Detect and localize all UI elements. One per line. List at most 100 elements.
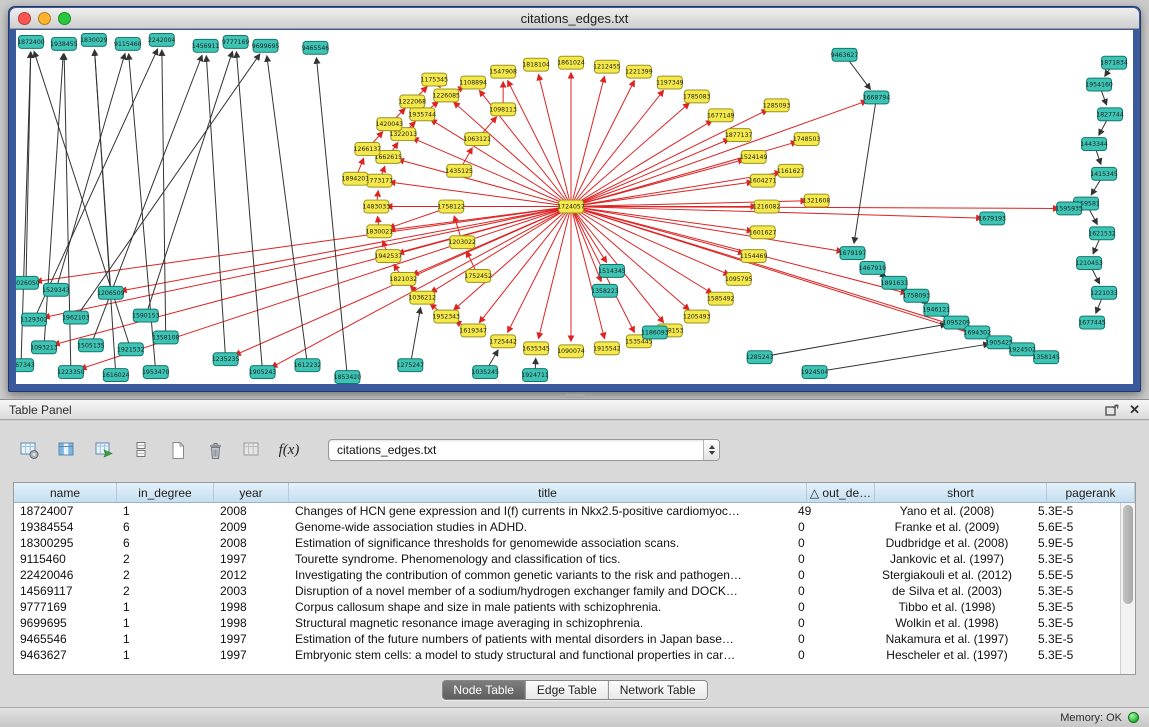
table-row[interactable]: 969969511998Structural magnetic resonanc… (14, 615, 1120, 631)
graph-node[interactable]: 1585492 (707, 292, 735, 305)
graph-node[interactable]: 1154469 (740, 250, 768, 263)
graph-node[interactable]: 1724057 (557, 200, 585, 213)
graph-node[interactable]: 1547908 (489, 65, 517, 78)
graph-node[interactable]: 1821032 (390, 272, 418, 285)
table-row[interactable]: 977716911998Corpus callosum shape and si… (14, 599, 1120, 615)
graph-edge[interactable] (267, 56, 308, 365)
graph-node[interactable]: 1877137 (725, 129, 753, 142)
graph-node[interactable]: 1035245 (471, 366, 499, 379)
merge-table-button[interactable] (238, 437, 266, 463)
graph-node[interactable]: 1275247 (397, 359, 425, 372)
graph-node[interactable]: 1175345 (420, 73, 448, 86)
graph-node[interactable]: 1677149 (707, 109, 735, 122)
graph-node[interactable]: 1924711 (521, 369, 549, 382)
graph-edge[interactable] (236, 52, 262, 372)
graph-node[interactable]: 1604271 (749, 174, 777, 187)
graph-node[interactable]: 1186093 (641, 326, 669, 339)
graph-node[interactable]: 1443344 (1080, 138, 1108, 151)
graph-node[interactable]: 1210453 (1075, 257, 1103, 270)
graph-node[interactable]: 1871834 (1100, 56, 1128, 69)
graph-node[interactable]: 1905243 (249, 366, 277, 379)
graph-node[interactable]: 1830029 (80, 33, 108, 46)
table-row[interactable]: 1938455462009Genome-wide association stu… (14, 519, 1120, 535)
graph-node[interactable]: 1435125 (445, 164, 473, 177)
column-header-in_degree[interactable]: in_degree (117, 483, 214, 502)
graph-edge[interactable] (538, 207, 571, 339)
graph-edge[interactable] (508, 81, 571, 207)
graph-node[interactable]: 9777169 (222, 35, 250, 48)
graph-node[interactable]: 1954160 (1085, 78, 1113, 91)
graph-node[interactable]: 1748503 (793, 133, 821, 146)
graph-node[interactable]: 1467919 (859, 262, 887, 275)
graph-node[interactable]: 1827744 (1096, 108, 1124, 121)
graph-node[interactable]: 1935744 (409, 108, 437, 121)
graph-node[interactable]: 1668794 (863, 91, 891, 104)
graph-node[interactable]: 1108894 (459, 76, 487, 89)
window-titlebar[interactable]: citations_edges.txt (10, 8, 1139, 29)
graph-node[interactable]: 1872400 (17, 35, 45, 48)
graph-edge[interactable] (410, 307, 420, 365)
graph-node[interactable]: 1924504 (801, 366, 829, 379)
import-table-button[interactable] (90, 437, 118, 463)
graph-node[interactable]: 1529343 (42, 283, 70, 296)
graph-node[interactable]: 1921532 (117, 343, 145, 356)
column-header-year[interactable]: year (214, 483, 289, 502)
graph-node[interactable]: 1266137 (354, 143, 382, 156)
graph-node[interactable]: 1212455 (593, 60, 621, 73)
graph-node[interactable]: 1818104 (522, 58, 550, 71)
graph-edge[interactable] (146, 51, 233, 315)
graph-node[interactable]: 1235235 (212, 353, 240, 366)
graph-node[interactable]: 1036212 (409, 291, 437, 304)
graph-node[interactable]: 2026050 (16, 276, 40, 289)
graph-node[interactable]: 9463627 (831, 48, 859, 61)
graph-node[interactable]: 1524149 (740, 150, 768, 163)
graph-node[interactable]: 1514345 (598, 265, 626, 278)
graph-node[interactable]: 1595935 (1055, 202, 1083, 215)
graph-edge[interactable] (34, 49, 158, 320)
delete-table-button[interactable] (201, 437, 229, 463)
network-window[interactable]: citations_edges.txt 1724057 1861024 121245… (8, 6, 1141, 392)
column-header-name[interactable]: name (14, 483, 117, 502)
graph-node[interactable]: 1915542 (593, 342, 621, 355)
graph-edge[interactable] (129, 54, 156, 372)
graph-node[interactable]: 1098113 (489, 103, 517, 116)
table-settings-button[interactable] (16, 437, 44, 463)
column-header-out_degree[interactable]: △ out_de… (807, 483, 875, 502)
graph-node[interactable]: 1321608 (803, 194, 831, 207)
graph-node[interactable]: 1222068 (399, 95, 427, 108)
table-row[interactable]: 946362711997Embryonic stem cells: a mode… (14, 647, 1120, 663)
graph-edge[interactable] (815, 344, 990, 372)
graph-node[interactable]: 1785083 (683, 90, 711, 103)
graph-node[interactable]: 1952343 (432, 310, 460, 323)
table-rows-button[interactable] (127, 437, 155, 463)
graph-node[interactable]: 1420043 (376, 118, 404, 131)
graph-node[interactable]: 1752452 (464, 269, 492, 282)
graph-node[interactable]: 1221399 (625, 65, 653, 78)
graph-node[interactable]: 1894201 (342, 172, 370, 185)
graph-node[interactable]: 1456911 (192, 39, 220, 52)
tab-node-table[interactable]: Node Table (442, 681, 526, 699)
graph-node[interactable]: 1285093 (763, 99, 791, 112)
graph-node[interactable]: 1621532 (1088, 227, 1116, 240)
graph-node[interactable]: 2242004 (148, 33, 176, 46)
graph-node[interactable]: 1635345 (522, 342, 550, 355)
graph-node[interactable]: 1358223 (591, 284, 619, 297)
column-header-pagerank[interactable]: pagerank (1047, 483, 1135, 502)
float-panel-button[interactable] (1105, 404, 1119, 416)
close-panel-button[interactable]: ✕ (1129, 403, 1140, 416)
graph-node[interactable]: 1942537 (375, 250, 403, 263)
graph-node[interactable]: 1226085 (432, 89, 460, 102)
graph-node[interactable]: 1861024 (557, 56, 585, 69)
graph-node[interactable]: 1758093 (903, 289, 931, 302)
zoom-button[interactable] (58, 12, 71, 25)
graph-edge[interactable] (571, 207, 712, 294)
graph-node[interactable]: 1095795 (725, 272, 753, 285)
graph-node[interactable]: 1679197 (839, 247, 867, 260)
graph-node[interactable]: 1093213 (30, 341, 58, 354)
graph-node[interactable]: 1758122 (437, 200, 465, 213)
graph-edge[interactable] (479, 207, 571, 323)
graph-node[interactable]: 1962103 (62, 311, 90, 324)
graph-node[interactable]: 1725442 (489, 335, 517, 348)
column-header-short[interactable]: short (875, 483, 1047, 502)
graph-node[interactable]: 1090074 (557, 345, 585, 358)
